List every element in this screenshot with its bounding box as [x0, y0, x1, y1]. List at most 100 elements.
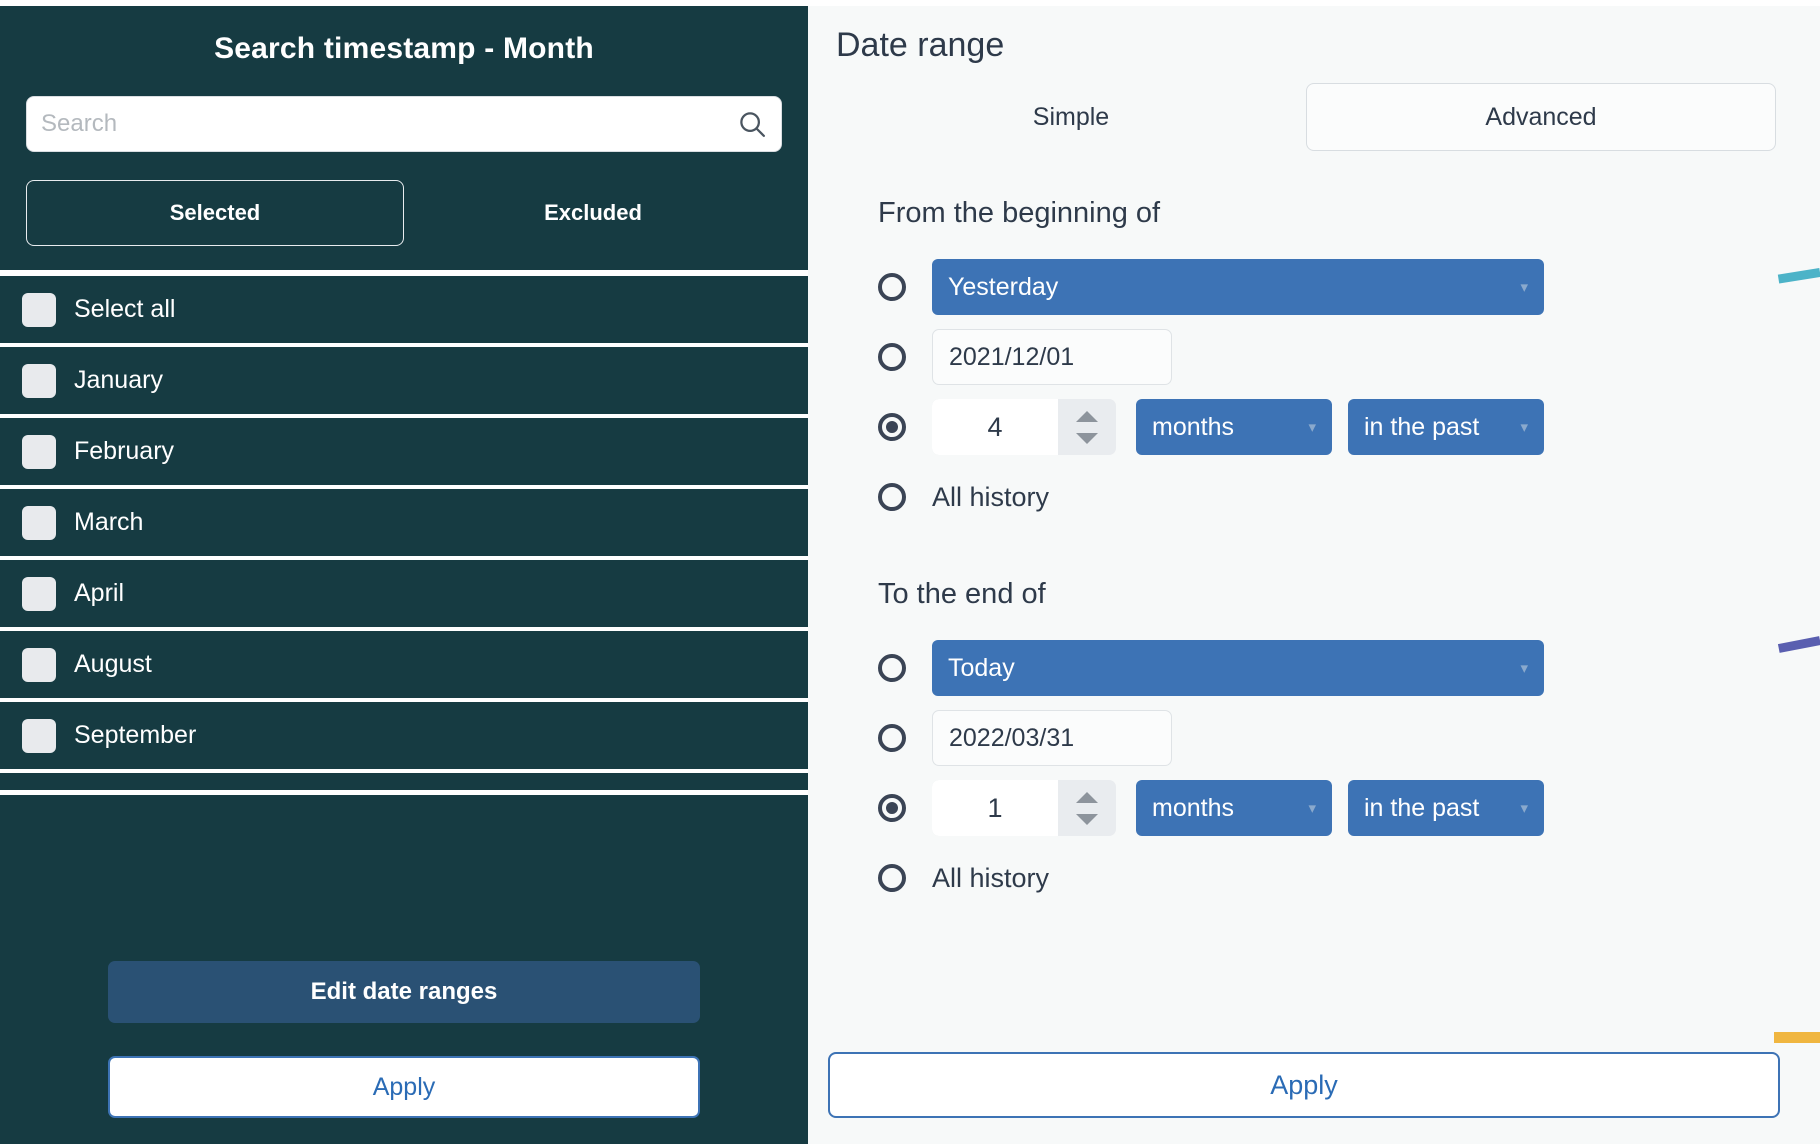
- from-preset-select[interactable]: Yesterday ▾: [932, 259, 1544, 315]
- tab-simple[interactable]: Simple: [836, 83, 1306, 151]
- to-direction-select[interactable]: in the past ▾: [1348, 780, 1544, 836]
- to-all-history-label: All history: [932, 863, 1049, 894]
- list-item-march[interactable]: March: [0, 489, 808, 560]
- list-item-label: Select all: [74, 295, 175, 324]
- tab-advanced[interactable]: Advanced: [1306, 83, 1776, 151]
- tab-selected[interactable]: Selected: [26, 180, 404, 246]
- list-item-label: August: [74, 650, 152, 679]
- date-range-panel: Date range Simple Advanced From the begi…: [808, 0, 1820, 1144]
- to-relative-row: 1 months ▾ in the past ▾: [878, 773, 1776, 843]
- from-date-radio[interactable]: [878, 343, 906, 371]
- from-date-value: 2021/12/01: [949, 343, 1074, 372]
- checkbox-august[interactable]: [22, 648, 56, 682]
- from-preset-value: Yesterday: [948, 273, 1058, 302]
- tab-selected-label: Selected: [170, 200, 261, 226]
- stepper-down-icon[interactable]: [1076, 814, 1098, 825]
- to-unit-value: months: [1152, 794, 1234, 823]
- to-direction-value: in the past: [1364, 794, 1479, 823]
- to-date-radio[interactable]: [878, 724, 906, 752]
- month-filter-footer: Edit date ranges Apply: [0, 935, 808, 1144]
- list-item-september[interactable]: September: [0, 702, 808, 773]
- from-date-row: 2021/12/01: [878, 322, 1776, 392]
- to-all-history-radio[interactable]: [878, 864, 906, 892]
- list-scroll-stub[interactable]: [0, 773, 808, 795]
- from-amount-arrows: [1058, 399, 1116, 455]
- from-unit-value: months: [1152, 413, 1234, 442]
- date-range-filter-screen: Search timestamp - Month Selected Exclud…: [0, 0, 1820, 1144]
- apply-button-left[interactable]: Apply: [108, 1056, 700, 1118]
- page-title: Search timestamp - Month: [26, 32, 782, 96]
- list-item-january[interactable]: January: [0, 347, 808, 418]
- from-section-title: From the beginning of: [878, 197, 1776, 230]
- from-unit-select[interactable]: months ▾: [1136, 399, 1332, 455]
- to-date-value: 2022/03/31: [949, 724, 1074, 753]
- checkbox-september[interactable]: [22, 719, 56, 753]
- stepper-up-icon[interactable]: [1076, 411, 1098, 422]
- to-preset-select[interactable]: Today ▾: [932, 640, 1544, 696]
- from-amount-value[interactable]: 4: [932, 399, 1058, 455]
- checkbox-select-all[interactable]: [22, 293, 56, 327]
- chevron-down-icon: ▾: [1506, 418, 1528, 436]
- list-item-label: February: [74, 437, 174, 466]
- to-relative-radio[interactable]: [878, 794, 906, 822]
- tab-advanced-label: Advanced: [1485, 103, 1596, 132]
- tab-simple-label: Simple: [1033, 103, 1109, 132]
- apply-button-right[interactable]: Apply: [828, 1052, 1780, 1118]
- from-relative-row: 4 months ▾ in the past ▾: [878, 392, 1776, 462]
- to-date-input[interactable]: 2022/03/31: [932, 710, 1172, 766]
- from-direction-value: in the past: [1364, 413, 1479, 442]
- to-unit-select[interactable]: months ▾: [1136, 780, 1332, 836]
- to-section-title: To the end of: [878, 578, 1776, 611]
- list-item-label: January: [74, 366, 163, 395]
- search-icon[interactable]: [737, 109, 767, 139]
- checkbox-february[interactable]: [22, 435, 56, 469]
- to-amount-stepper[interactable]: 1: [932, 780, 1116, 836]
- from-preset-row: Yesterday ▾: [878, 252, 1776, 322]
- date-range-footer: Apply: [828, 1052, 1780, 1118]
- list-item-label: March: [74, 508, 143, 537]
- selection-mode-tabs: Selected Excluded: [26, 180, 782, 246]
- to-preset-value: Today: [948, 654, 1015, 683]
- list-item-august[interactable]: August: [0, 631, 808, 702]
- chevron-down-icon: ▾: [1506, 799, 1528, 817]
- list-item-april[interactable]: April: [0, 560, 808, 631]
- list-item-label: September: [74, 721, 196, 750]
- to-section: To the end of Today ▾ 2022/03/31: [826, 578, 1776, 913]
- to-amount-arrows: [1058, 780, 1116, 836]
- date-range-title: Date range: [826, 26, 1776, 83]
- from-all-history-radio[interactable]: [878, 483, 906, 511]
- checkbox-march[interactable]: [22, 506, 56, 540]
- from-direction-select[interactable]: in the past ▾: [1348, 399, 1544, 455]
- stepper-down-icon[interactable]: [1076, 433, 1098, 444]
- chevron-down-icon: ▾: [1294, 799, 1316, 817]
- month-list: Select all January February March April …: [0, 276, 808, 935]
- chevron-down-icon: ▾: [1506, 278, 1528, 296]
- list-item-label: April: [74, 579, 124, 608]
- tab-excluded-label: Excluded: [544, 200, 642, 226]
- month-filter-header: Search timestamp - Month Selected Exclud…: [0, 6, 808, 246]
- from-preset-radio[interactable]: [878, 273, 906, 301]
- month-filter-panel: Search timestamp - Month Selected Exclud…: [0, 0, 808, 1144]
- to-preset-radio[interactable]: [878, 654, 906, 682]
- date-range-content: Date range Simple Advanced From the begi…: [808, 6, 1820, 913]
- search-input[interactable]: [41, 110, 737, 138]
- from-amount-stepper[interactable]: 4: [932, 399, 1116, 455]
- stepper-up-icon[interactable]: [1076, 792, 1098, 803]
- to-date-row: 2022/03/31: [878, 703, 1776, 773]
- tab-excluded[interactable]: Excluded: [404, 180, 782, 246]
- search-field[interactable]: [26, 96, 782, 152]
- list-item-select-all[interactable]: Select all: [0, 276, 808, 347]
- from-all-history-row: All history: [878, 462, 1776, 532]
- to-amount-value[interactable]: 1: [932, 780, 1058, 836]
- from-relative-radio[interactable]: [878, 413, 906, 441]
- from-date-input[interactable]: 2021/12/01: [932, 329, 1172, 385]
- edit-date-ranges-button[interactable]: Edit date ranges: [108, 961, 700, 1023]
- from-section: From the beginning of Yesterday ▾ 2021/1…: [826, 197, 1776, 532]
- to-preset-row: Today ▾: [878, 633, 1776, 703]
- chevron-down-icon: ▾: [1294, 418, 1316, 436]
- checkbox-january[interactable]: [22, 364, 56, 398]
- checkbox-april[interactable]: [22, 577, 56, 611]
- to-all-history-row: All history: [878, 843, 1776, 913]
- from-all-history-label: All history: [932, 482, 1049, 513]
- list-item-february[interactable]: February: [0, 418, 808, 489]
